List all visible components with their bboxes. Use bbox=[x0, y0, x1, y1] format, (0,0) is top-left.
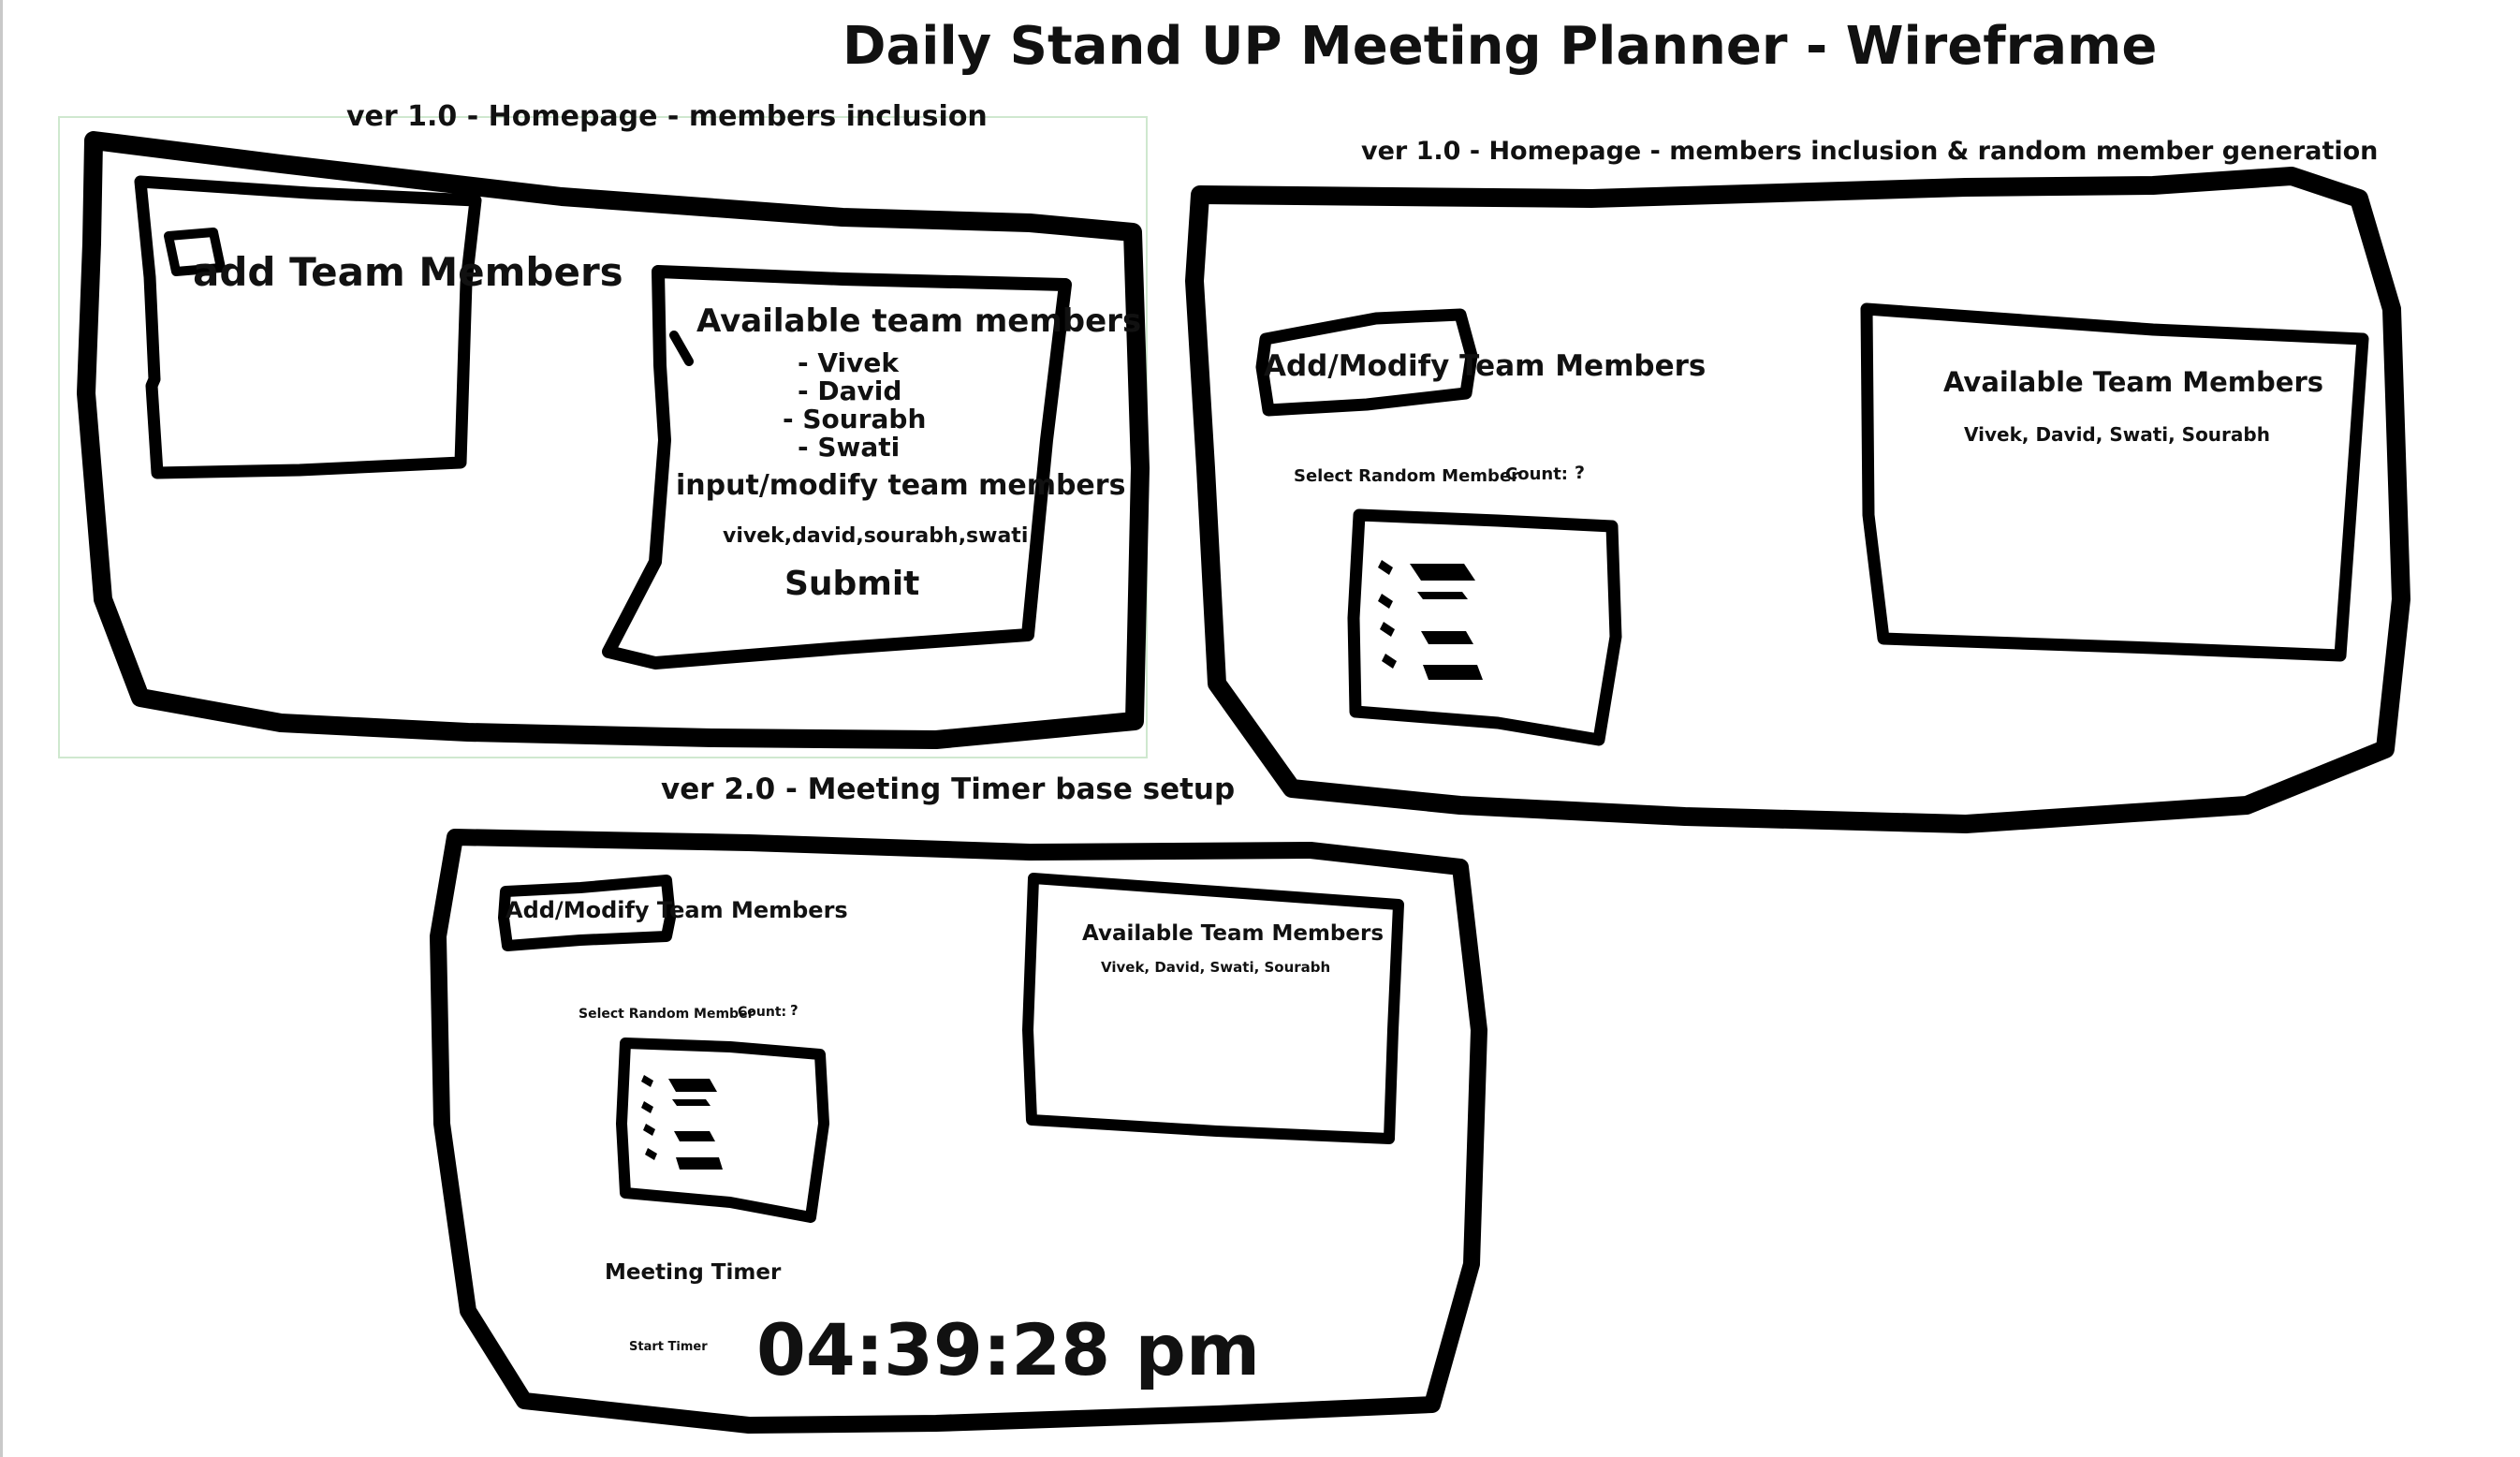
frame-a-member-item: - Swati bbox=[798, 432, 901, 463]
frame-c-label: ver 2.0 - Meeting Timer base setup bbox=[661, 773, 1236, 806]
frame-a-label: ver 1.0 - Homepage - members inclusion bbox=[346, 100, 988, 133]
frame-b-outline bbox=[1185, 167, 2410, 833]
frame-c-panel-heading: Available Team Members bbox=[1082, 921, 1385, 946]
frame-a-add-members-button[interactable]: add Team Members bbox=[193, 253, 623, 292]
frame-c-clock-display: 04:39:28 pm bbox=[756, 1308, 1261, 1391]
frame-c-count-label: Count: bbox=[738, 1005, 787, 1020]
frame-b-select-random-label[interactable]: Select Random Member bbox=[1294, 468, 1519, 485]
frame-a-add-box bbox=[134, 175, 482, 479]
frame-b-count-value: ? bbox=[1575, 463, 1586, 483]
frame-c-panel-outline bbox=[1022, 873, 1404, 1144]
frame-c-select-random-label[interactable]: Select Random Member bbox=[579, 1008, 754, 1021]
frame-b-modify-members-button[interactable]: Add/Modify Team Members bbox=[1264, 352, 1706, 381]
frame-b-panel-heading: Available Team Members bbox=[1943, 366, 2324, 398]
page-title: Daily Stand UP Meeting Planner - Wirefra… bbox=[842, 16, 2158, 77]
frame-a-submit-button[interactable]: Submit bbox=[784, 567, 919, 601]
frame-c-members-text: Vivek, David, Swati, Sourabh bbox=[1101, 959, 1331, 976]
frame-a-member-item: - Vivek bbox=[798, 347, 900, 378]
frame-c-count-value: ? bbox=[790, 1002, 798, 1019]
frame-b-panel-outline bbox=[1860, 302, 2369, 662]
frame-a-members-input[interactable]: vivek,david,sourabh,swati bbox=[723, 526, 1028, 547]
list-icon bbox=[641, 1075, 723, 1170]
frame-a-input-label: input/modify team members bbox=[676, 469, 1126, 502]
frame-c-start-timer-button[interactable]: Start Timer bbox=[629, 1341, 708, 1353]
frame-c-timer-label: Meeting Timer bbox=[605, 1260, 782, 1285]
wireframe-sketch bbox=[77, 131, 2410, 1434]
frame-b-label: ver 1.0 - Homepage - members inclusion &… bbox=[1361, 137, 2379, 166]
frame-b-members-text: Vivek, David, Swati, Sourabh bbox=[1964, 423, 2270, 446]
frame-a-panel-heading: Available team members bbox=[696, 302, 1142, 340]
frame-c-modify-members-button[interactable]: Add/Modify Team Members bbox=[505, 899, 848, 921]
frame-a-member-item: - Sourabh bbox=[783, 404, 927, 434]
frame-a-member-item: - David bbox=[798, 375, 902, 406]
frame-b-count-label: Count: bbox=[1505, 464, 1569, 484]
list-icon bbox=[1378, 560, 1483, 680]
